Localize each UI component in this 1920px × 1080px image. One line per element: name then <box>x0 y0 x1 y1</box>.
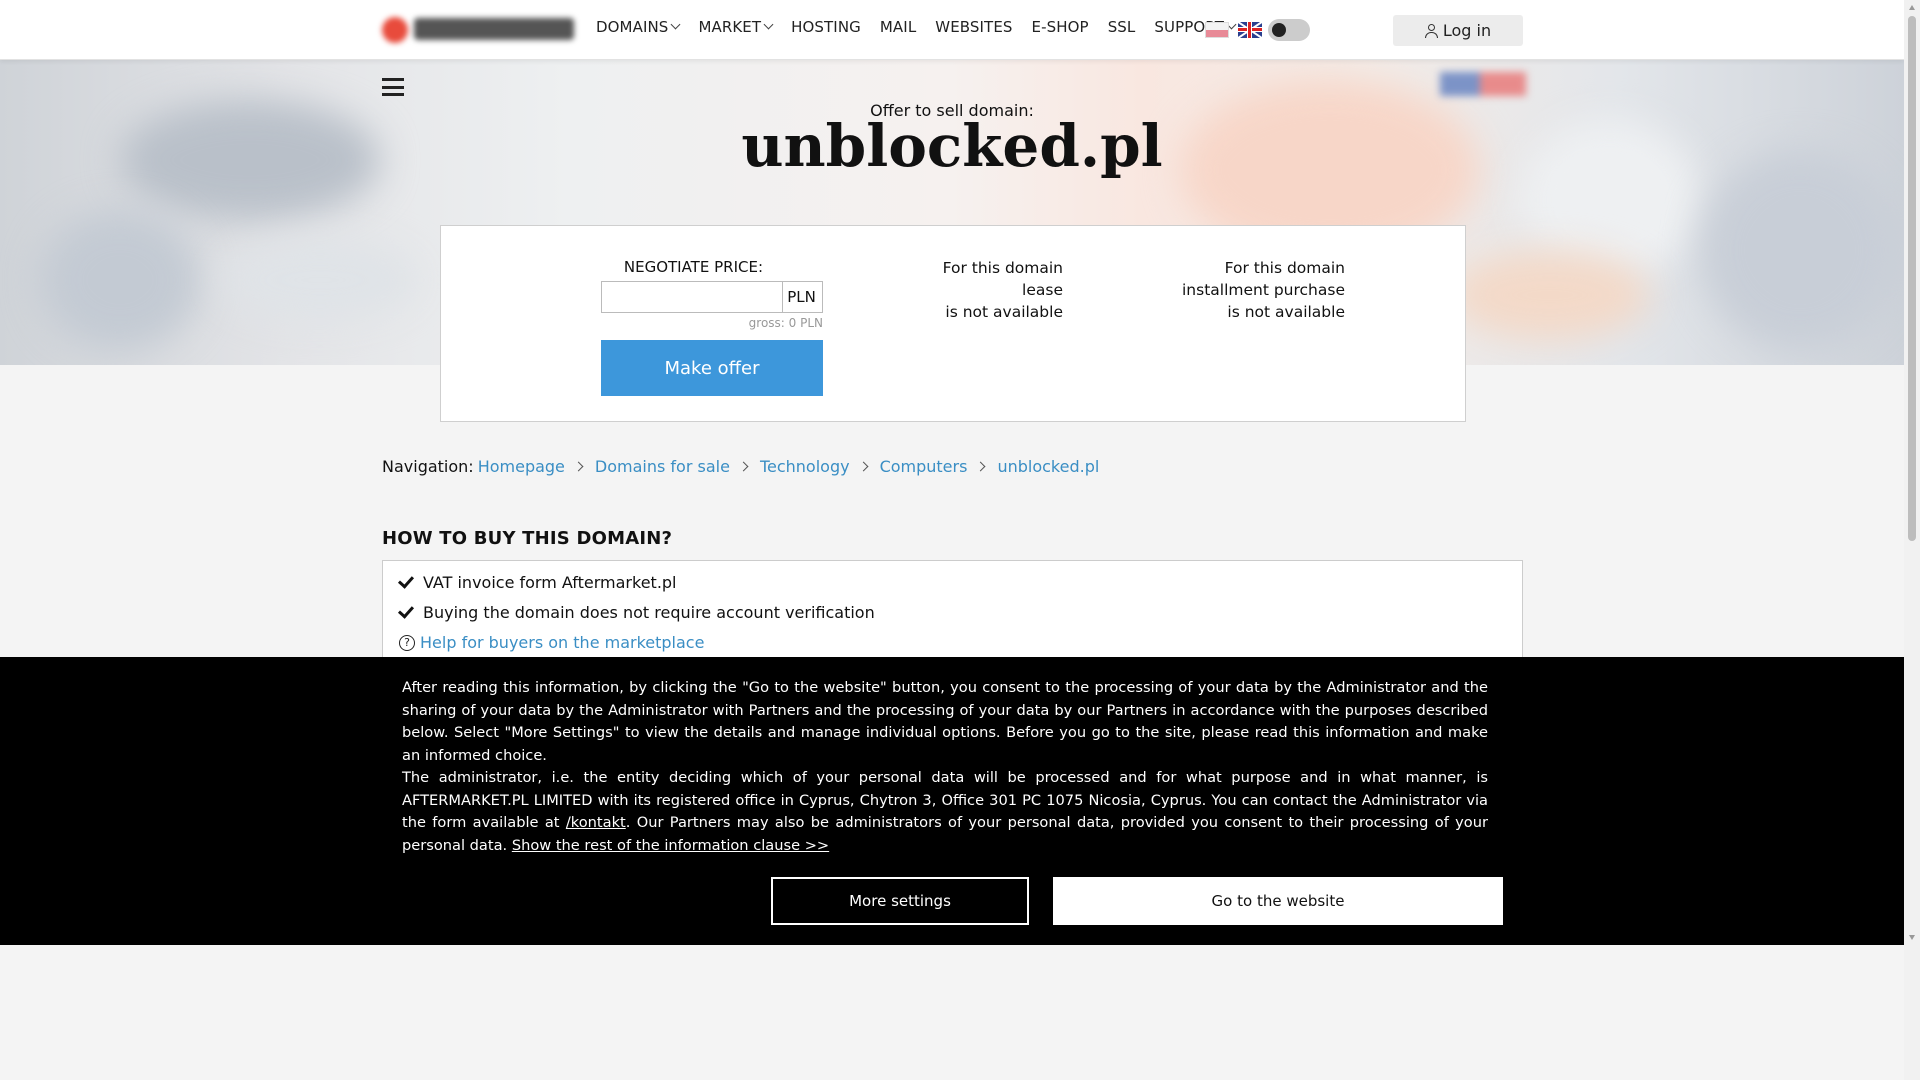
cookie-consent-banner: After reading this information, by click… <box>0 657 1904 945</box>
nav-mail[interactable]: MAIL <box>880 18 916 36</box>
hero-badge-icon <box>1440 72 1526 96</box>
scroll-down-icon[interactable] <box>1909 935 1915 940</box>
pl-flag-icon[interactable] <box>1205 22 1229 38</box>
scroll-up-icon[interactable] <box>1909 5 1915 10</box>
login-button[interactable]: Log in <box>1393 15 1523 46</box>
list-item: VAT invoice form Aftermarket.pl <box>397 572 677 592</box>
nav-hosting[interactable]: HOSTING <box>791 18 861 36</box>
checkmark-icon <box>397 572 415 589</box>
consent-text-1: After reading this information, by click… <box>402 679 1488 764</box>
currency-label: PLN <box>781 281 823 313</box>
gross-price: gross: 0 PLN <box>748 316 823 330</box>
checkmark-icon <box>397 602 415 619</box>
dark-mode-toggle[interactable] <box>1268 19 1310 41</box>
breadcrumb: Navigation: Homepage Domains for sale Te… <box>382 457 1099 476</box>
list-item: Buying the domain does not require accou… <box>397 602 875 622</box>
how-to-buy-box: VAT invoice form Aftermarket.pl Buying t… <box>382 560 1523 670</box>
contact-link[interactable]: /kontakt <box>566 814 626 831</box>
chevron-right-icon <box>858 461 869 472</box>
nav-ssl[interactable]: SSL <box>1108 18 1136 36</box>
chevron-down-icon <box>763 19 774 30</box>
nav-eshop[interactable]: E-SHOP <box>1032 18 1089 36</box>
question-circle-icon: ? <box>399 634 415 651</box>
price-input[interactable] <box>601 281 783 313</box>
breadcrumb-technology[interactable]: Technology <box>760 457 850 476</box>
breadcrumb-label: Navigation: <box>382 457 474 476</box>
chevron-right-icon <box>738 461 749 472</box>
breadcrumb-domains-for-sale[interactable]: Domains for sale <box>595 457 730 476</box>
hamburger-menu-icon[interactable] <box>382 78 404 96</box>
page-scrollbar[interactable] <box>1904 0 1920 1080</box>
more-settings-button[interactable]: More settings <box>771 877 1029 925</box>
how-to-buy-heading: HOW TO BUY THIS DOMAIN? <box>382 528 673 549</box>
nav-websites[interactable]: WEBSITES <box>935 18 1012 36</box>
top-navbar: DOMAINS MARKET HOSTING MAIL WEBSITES E-S… <box>0 0 1904 60</box>
chevron-right-icon <box>975 461 986 472</box>
user-icon <box>1424 23 1438 38</box>
show-rest-link[interactable]: Show the rest of the information clause … <box>512 837 829 854</box>
consent-text-2: The administrator, i.e. the entity decid… <box>402 769 1488 854</box>
uk-flag-icon[interactable] <box>1238 22 1262 38</box>
main-nav: DOMAINS MARKET HOSTING MAIL WEBSITES E-S… <box>596 18 1254 36</box>
installment-unavailable: For this domain installment purchase is … <box>1181 259 1345 321</box>
breadcrumb-current[interactable]: unblocked.pl <box>997 457 1099 476</box>
negotiate-price-label: NEGOTIATE PRICE: <box>623 258 763 276</box>
scrollbar-thumb[interactable] <box>1908 16 1916 541</box>
make-offer-button[interactable]: Make offer <box>601 340 823 396</box>
go-to-website-button[interactable]: Go to the website <box>1053 877 1503 925</box>
domain-title: unblocked.pl <box>741 112 1163 180</box>
offer-panel: NEGOTIATE PRICE: PLN gross: 0 PLN Make o… <box>440 225 1466 422</box>
chevron-right-icon <box>573 461 584 472</box>
site-logo[interactable] <box>382 14 578 44</box>
nav-market[interactable]: MARKET <box>698 18 774 36</box>
breadcrumb-homepage[interactable]: Homepage <box>478 457 565 476</box>
nav-domains[interactable]: DOMAINS <box>596 18 681 36</box>
lease-unavailable: For this domain lease is not available <box>942 259 1063 321</box>
breadcrumb-computers[interactable]: Computers <box>880 457 968 476</box>
list-item: ? Help for buyers on the marketplace <box>399 633 704 652</box>
chevron-down-icon <box>670 19 681 30</box>
help-buyers-link[interactable]: Help for buyers on the marketplace <box>420 633 704 652</box>
